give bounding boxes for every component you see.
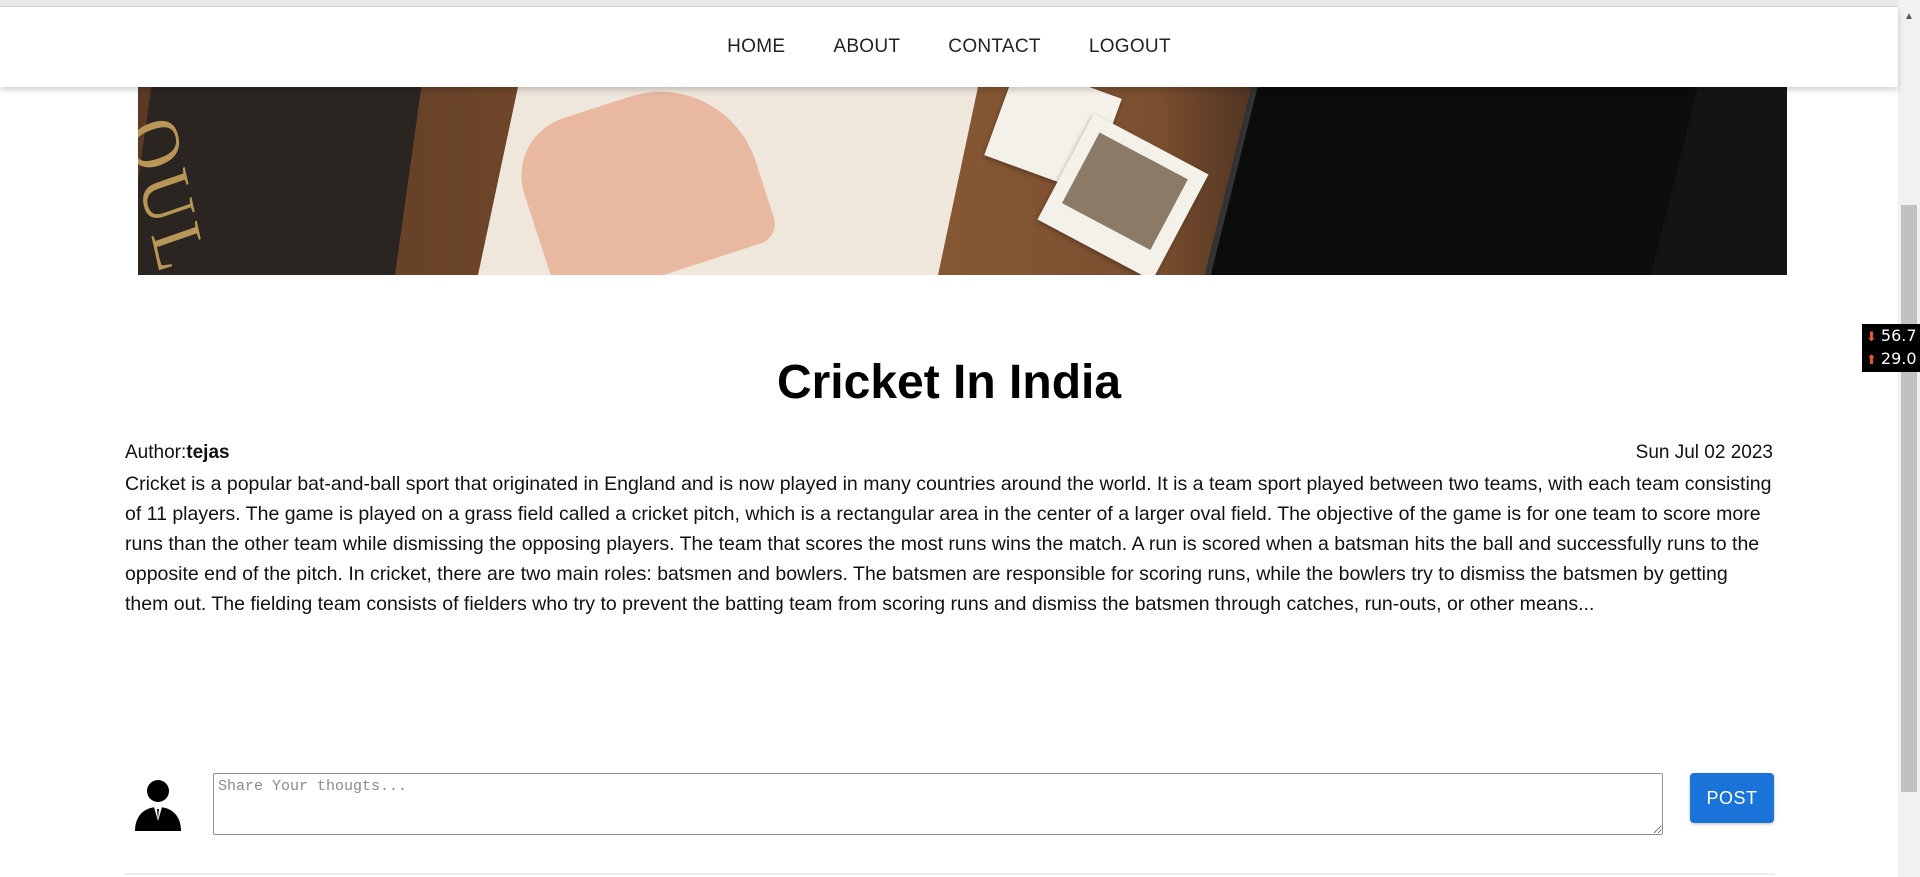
nav-contact-link[interactable]: CONTACT — [948, 36, 1041, 58]
nav-home-link[interactable]: HOME — [727, 36, 785, 58]
hero-book-lettering: OUL — [138, 107, 222, 275]
comment-form: POST — [125, 773, 1775, 841]
arrow-down-icon: ⬇ — [1866, 330, 1877, 345]
download-speed-row: ⬇ 56.7 — [1862, 324, 1920, 347]
top-navbar: HOME ABOUT CONTACT LOGOUT — [0, 7, 1898, 87]
author-prefix: Author: — [125, 442, 187, 463]
post-meta: Author:tejas Sun Jul 02 2023 — [125, 442, 1773, 466]
browser-top-edge — [0, 0, 1920, 7]
nav-logout-link[interactable]: LOGOUT — [1089, 36, 1171, 58]
author-name: tejas — [186, 442, 230, 463]
upload-speed: 29.0 — [1880, 349, 1917, 368]
post-date: Sun Jul 02 2023 — [1635, 442, 1773, 463]
nav-about-link[interactable]: ABOUT — [833, 36, 900, 58]
post-body: Cricket is a popular bat-and-ball sport … — [125, 473, 1772, 615]
upload-speed-row: ⬆ 29.0 — [1862, 347, 1920, 370]
hero-book-shape: OUL — [138, 87, 425, 275]
post-button[interactable]: POST — [1690, 773, 1774, 823]
comment-textarea[interactable] — [213, 773, 1663, 835]
post-title: Cricket In India — [776, 356, 1122, 409]
user-avatar-icon — [135, 780, 181, 831]
scrollbar-thumb[interactable] — [1901, 205, 1917, 792]
download-speed: 56.7 — [1880, 326, 1917, 345]
hero-image: OUL — [138, 87, 1787, 275]
arrow-up-icon: ⬆ — [1866, 353, 1877, 368]
hero-tablet-shape — [1199, 87, 1703, 275]
page-scrollbar[interactable]: ▲ — [1898, 0, 1920, 877]
scroll-up-icon[interactable]: ▲ — [1898, 6, 1920, 28]
section-divider — [125, 873, 1775, 875]
author-label: Author:tejas — [125, 442, 230, 464]
network-speed-monitor: ⬇ 56.7 ⬆ 29.0 — [1862, 324, 1920, 372]
